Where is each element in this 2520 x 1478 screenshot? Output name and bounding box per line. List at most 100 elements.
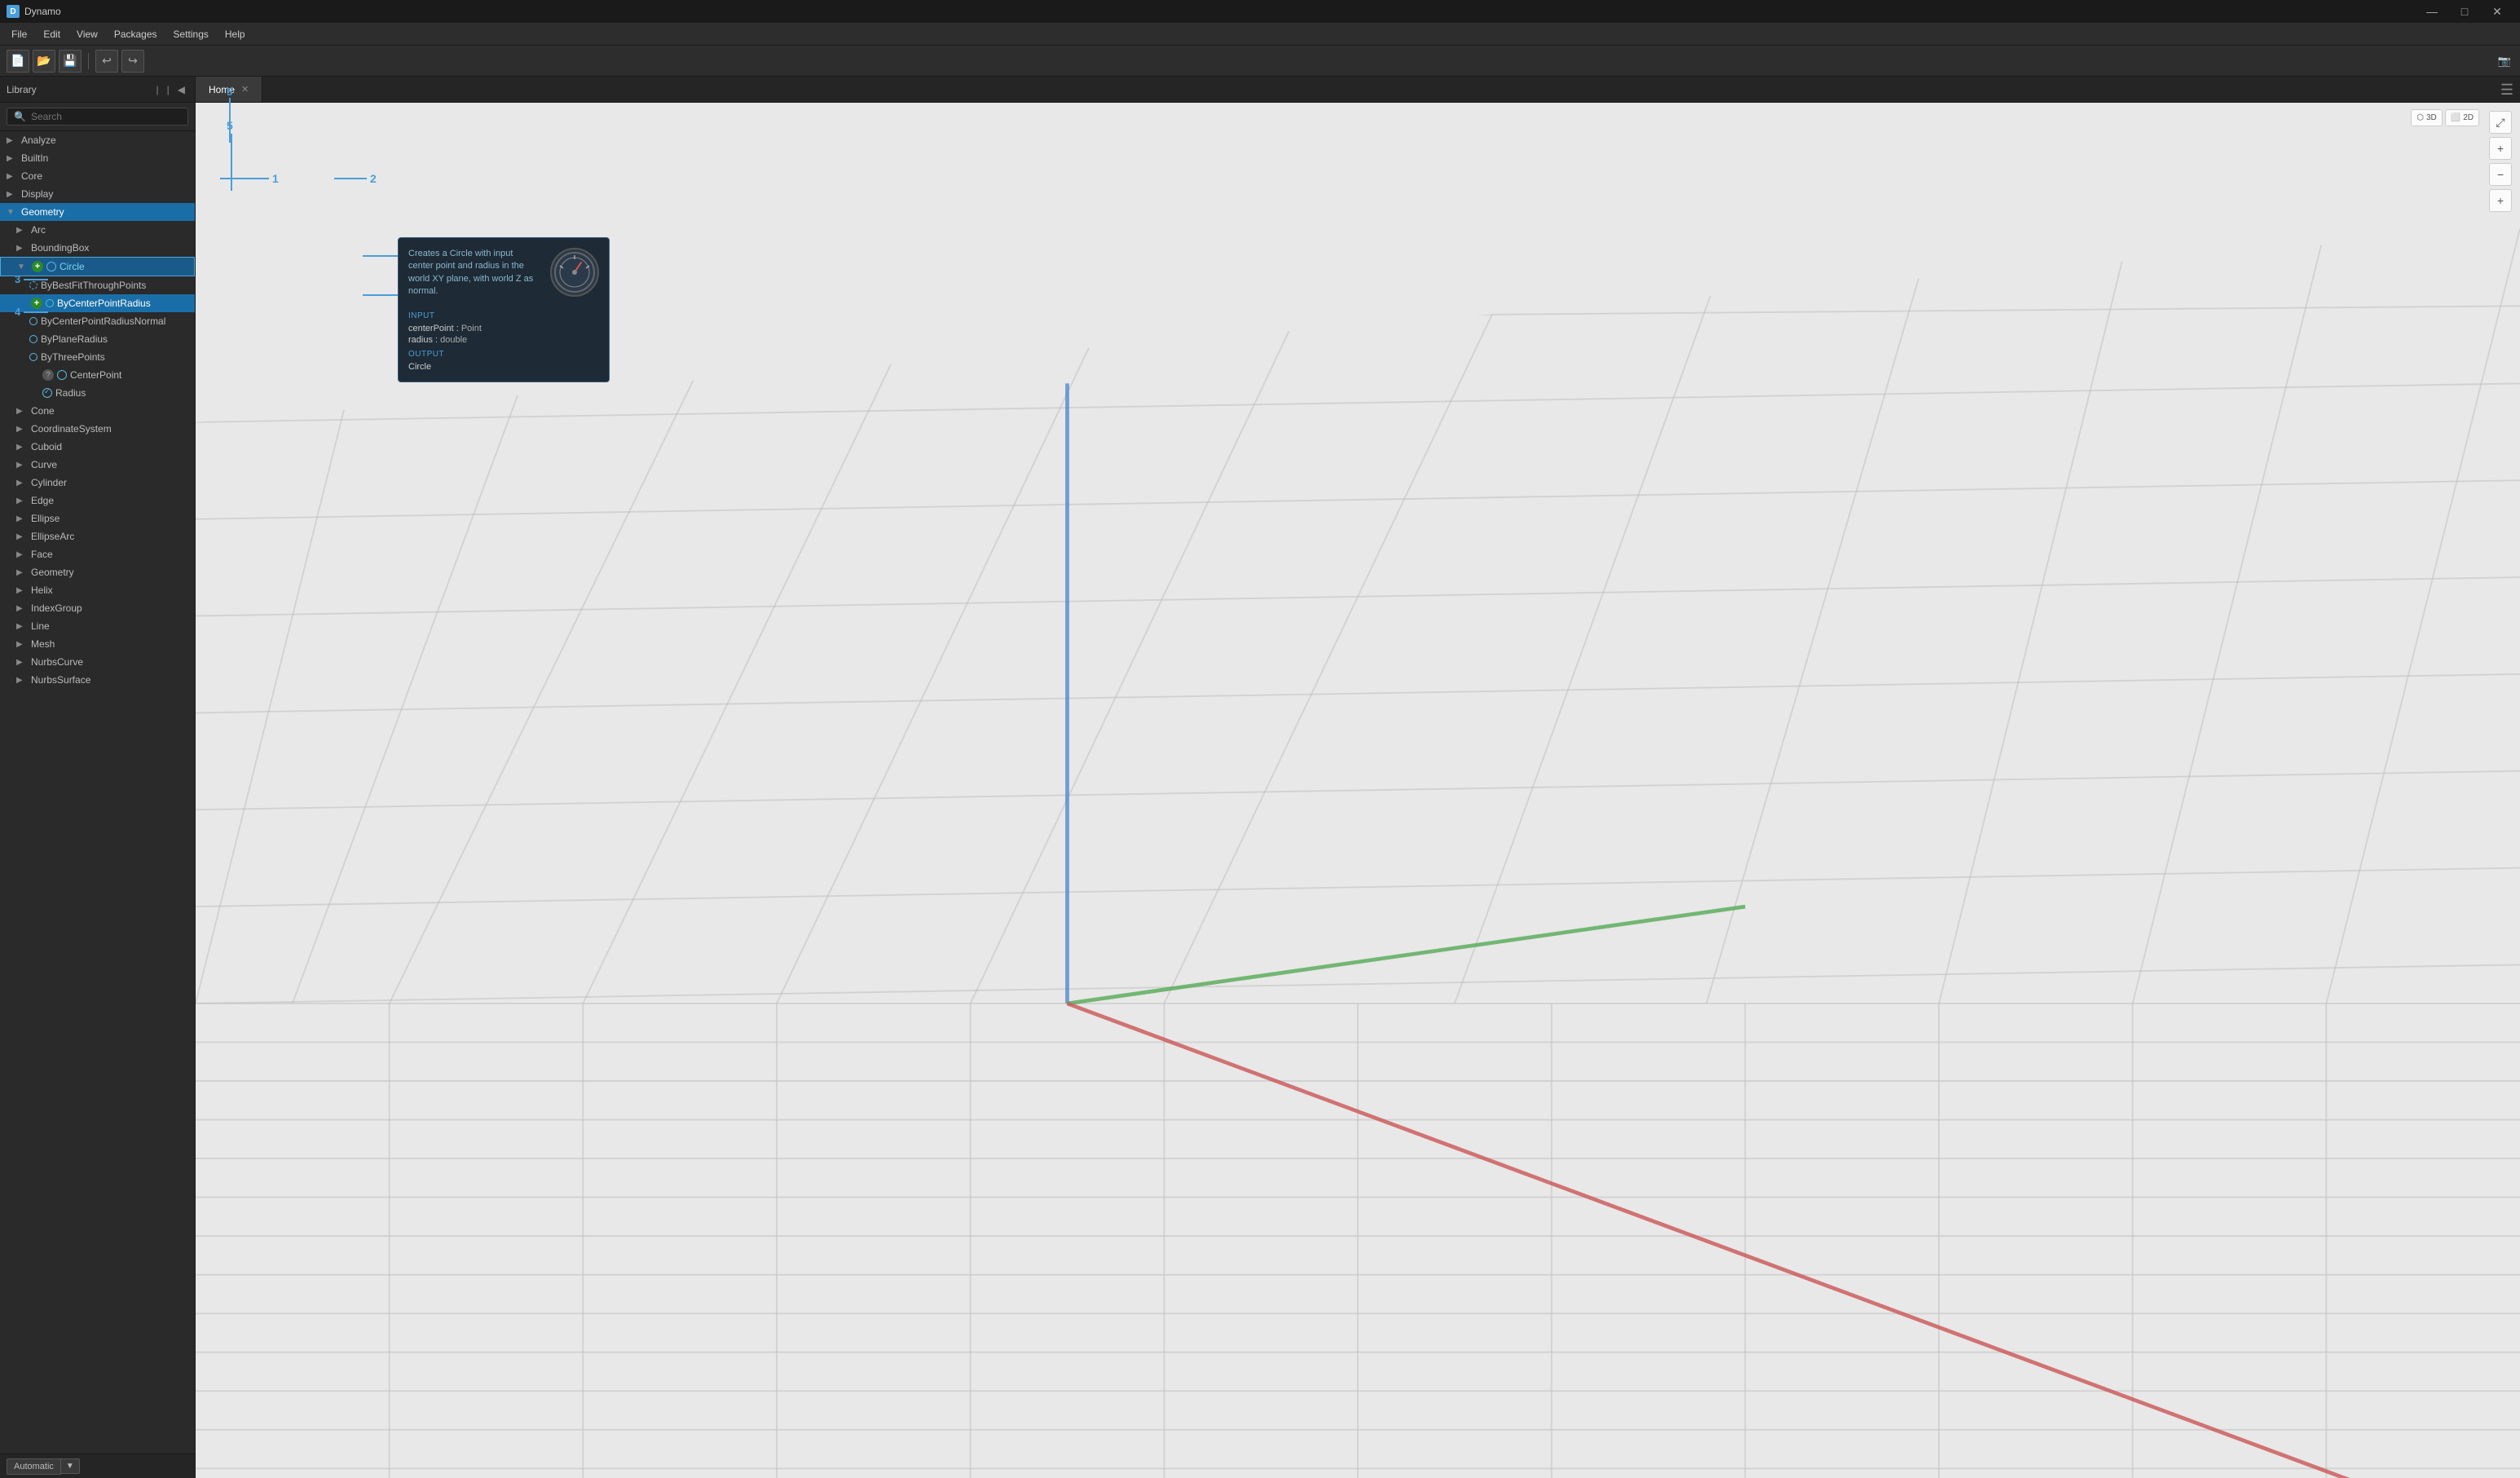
add-circle-button[interactable]: + bbox=[32, 261, 43, 272]
library-header: Library | | ◀ bbox=[0, 77, 195, 103]
minimize-button[interactable]: — bbox=[2416, 0, 2448, 23]
sidebar-item-cone[interactable]: ▶ Cone bbox=[0, 402, 195, 420]
sidebar-item-label: ByBestFitThroughPoints bbox=[41, 280, 146, 291]
sidebar-item-face[interactable]: ▶ Face bbox=[0, 545, 195, 563]
close-button[interactable]: ✕ bbox=[2481, 0, 2513, 23]
tooltip-input-label: INPUT bbox=[408, 311, 599, 320]
undo-button[interactable]: ↩ bbox=[95, 50, 118, 73]
sidebar-item-cylinder[interactable]: ▶ Cylinder bbox=[0, 474, 195, 492]
sidebar-item-curve[interactable]: ▶ Curve bbox=[0, 456, 195, 474]
sidebar-item-core[interactable]: ▶ Core bbox=[0, 167, 195, 185]
sidebar-item-ellipsearc[interactable]: ▶ EllipseArc bbox=[0, 527, 195, 545]
app-icon: D bbox=[7, 5, 20, 18]
sidebar-item-radius[interactable]: Radius bbox=[0, 384, 195, 402]
sidebar-item-arc[interactable]: ▶ Arc bbox=[0, 221, 195, 239]
sidebar-item-label: BuiltIn bbox=[21, 152, 48, 164]
annotation-5: 5 bbox=[227, 119, 233, 191]
sidebar-item-label: EllipseArc bbox=[31, 531, 74, 542]
circle-icon bbox=[29, 353, 37, 361]
sidebar-item-bythreepoints[interactable]: ByThreePoints bbox=[0, 348, 195, 366]
view-2d-button[interactable]: ⬜ 2D bbox=[2445, 109, 2479, 126]
view-3d-icon: ⬡ bbox=[2416, 113, 2424, 122]
sidebar-item-label: Ellipse bbox=[31, 513, 59, 524]
save-button[interactable]: 💾 bbox=[59, 50, 82, 73]
lib-collapse[interactable]: ◀ bbox=[174, 82, 188, 97]
sidebar-item-nurbssurface[interactable]: ▶ NurbsSurface bbox=[0, 671, 195, 689]
zoom-in-button[interactable]: + bbox=[2489, 137, 2512, 160]
sidebar-item-display[interactable]: ▶ Display bbox=[0, 185, 195, 203]
tab-close-icon[interactable]: ✕ bbox=[241, 84, 249, 95]
sidebar-item-geometry-sub[interactable]: ▶ Geometry bbox=[0, 563, 195, 581]
sidebar-item-label: Curve bbox=[31, 459, 57, 470]
sidebar-item-ellipse[interactable]: ▶ Ellipse bbox=[0, 510, 195, 527]
sidebar-item-label: Mesh bbox=[31, 638, 55, 650]
sidebar-item-byplaneradius[interactable]: ByPlaneRadius bbox=[0, 330, 195, 348]
view-3d-button[interactable]: ⬡ 3D bbox=[2411, 109, 2443, 126]
arrow-icon: ▶ bbox=[16, 532, 26, 541]
sidebar-item-analyze[interactable]: ▶ Analyze bbox=[0, 131, 195, 149]
sidebar-item-bycenterpointradiusnormal[interactable]: ByCenterPointRadiusNormal bbox=[0, 312, 195, 330]
sidebar-item-bycenterpointradius[interactable]: + ByCenterPointRadius bbox=[0, 294, 195, 312]
sidebar-item-edge[interactable]: ▶ Edge bbox=[0, 492, 195, 510]
add-view-button[interactable]: + bbox=[2489, 189, 2512, 212]
open-button[interactable]: 📂 bbox=[33, 50, 55, 73]
sidebar-item-line[interactable]: ▶ Line bbox=[0, 617, 195, 635]
viewport[interactable]: ⬡ 3D ⬜ 2D ⤢ + − + bbox=[196, 103, 2520, 1478]
sidebar-item-helix[interactable]: ▶ Helix bbox=[0, 581, 195, 599]
redo-button[interactable]: ↪ bbox=[121, 50, 144, 73]
tooltip-param-centerpoint: centerPoint : Point bbox=[408, 324, 599, 333]
tooltip-output-value: Circle bbox=[408, 362, 599, 372]
arrow-icon: ▶ bbox=[7, 136, 16, 145]
search-input[interactable] bbox=[31, 111, 181, 122]
sidebar-item-nurbscurve[interactable]: ▶ NurbsCurve bbox=[0, 653, 195, 671]
sidebar-item-cuboid[interactable]: ▶ Cuboid bbox=[0, 438, 195, 456]
new-file-button[interactable]: 📄 bbox=[7, 50, 29, 73]
sidebar-item-bybestfitthroughpoints[interactable]: ByBestFitThroughPoints bbox=[0, 276, 195, 294]
menu-item-view[interactable]: View bbox=[68, 25, 106, 43]
menu-item-edit[interactable]: Edit bbox=[35, 25, 68, 43]
sidebar-item-label: Line bbox=[31, 620, 50, 632]
camera-icon[interactable]: 📷 bbox=[2496, 52, 2513, 70]
sidebar-item-label: ByPlaneRadius bbox=[41, 333, 108, 345]
circle-icon bbox=[29, 335, 37, 343]
viewport-controls: ⤢ + − + bbox=[2489, 111, 2512, 212]
sidebar-item-builtin[interactable]: ▶ BuiltIn bbox=[0, 149, 195, 167]
tooltip-content: Creates a Circle with input center point… bbox=[408, 248, 599, 305]
sidebar-item-mesh[interactable]: ▶ Mesh bbox=[0, 635, 195, 653]
tooltip-param-radius: radius : double bbox=[408, 335, 599, 345]
tooltip-icon bbox=[550, 248, 599, 297]
sidebar-item-boundingbox[interactable]: ▶ BoundingBox bbox=[0, 239, 195, 257]
menu-item-help[interactable]: Help bbox=[217, 25, 253, 43]
annotation-label-1: 1 bbox=[272, 172, 279, 185]
question-icon[interactable]: ? bbox=[42, 369, 54, 381]
sidebar-item-label: ByCenterPointRadius bbox=[57, 298, 151, 309]
hamburger-menu[interactable]: ☰ bbox=[2500, 82, 2513, 97]
circle-icon bbox=[29, 281, 37, 289]
library-title: Library bbox=[7, 84, 150, 95]
sidebar-item-circle[interactable]: ▼ + Circle bbox=[0, 257, 195, 276]
sidebar-item-geometry[interactable]: ▼ Geometry bbox=[0, 203, 195, 221]
maximize-button[interactable]: □ bbox=[2448, 0, 2481, 23]
sidebar-item-coordinatesystem[interactable]: ▶ CoordinateSystem bbox=[0, 420, 195, 438]
titlebar-controls: — □ ✕ bbox=[2416, 0, 2513, 23]
library-controls: | | ◀ bbox=[153, 82, 188, 97]
sidebar-item-centerpoint[interactable]: ? CenterPoint bbox=[0, 366, 195, 384]
tooltip-popup: Creates a Circle with input center point… bbox=[398, 237, 610, 382]
menubar: FileEditViewPackagesSettingsHelp bbox=[0, 23, 2520, 46]
tooltip-param-type: Point bbox=[461, 324, 482, 333]
canvas-area: Home ✕ ☰ bbox=[196, 77, 2520, 1478]
sidebar-item-label: Circle bbox=[59, 261, 85, 272]
zoom-out-button[interactable]: − bbox=[2489, 163, 2512, 186]
fit-view-button[interactable]: ⤢ bbox=[2489, 111, 2512, 134]
tab-home[interactable]: Home ✕ bbox=[196, 77, 262, 102]
toolbar-separator bbox=[88, 53, 89, 69]
auto-dropdown-arrow[interactable]: ▼ bbox=[61, 1458, 80, 1474]
menu-item-settings[interactable]: Settings bbox=[165, 25, 217, 43]
lib-ctrl-1[interactable]: | bbox=[153, 82, 162, 97]
sidebar-item-indexgroup[interactable]: ▶ IndexGroup bbox=[0, 599, 195, 617]
menu-item-packages[interactable]: Packages bbox=[106, 25, 165, 43]
menu-item-file[interactable]: File bbox=[3, 25, 35, 43]
lib-ctrl-2[interactable]: | bbox=[164, 82, 173, 97]
tab-bar: Home ✕ ☰ bbox=[196, 77, 2520, 103]
add-bycenterpointradius-button[interactable]: + bbox=[31, 298, 42, 309]
